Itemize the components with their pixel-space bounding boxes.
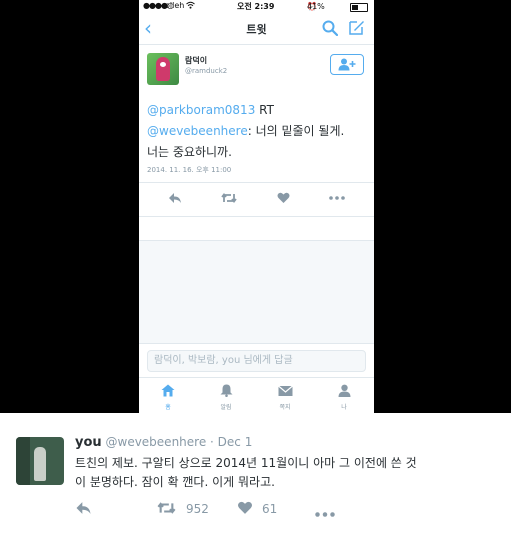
tab-home[interactable]: 홈: [139, 382, 197, 411]
like-icon[interactable]: [277, 192, 290, 204]
more-icon[interactable]: [329, 196, 345, 200]
home-icon: [161, 384, 175, 397]
tweet-detail: 람덕이 @ramduck2 @parkboram0813 RT @wevebee…: [139, 45, 374, 241]
tab-label: 쪽지: [279, 404, 291, 411]
tweet-timestamp: 2014. 11. 16. 오후 11:00: [147, 166, 232, 174]
clock: 오전 2:39: [237, 2, 275, 11]
more-button[interactable]: [315, 506, 335, 520]
status-bar: ●●●●○ olleh 오전 2:39 ➤ ⏰ 41%: [139, 0, 374, 13]
avatar[interactable]: [147, 53, 179, 85]
quote-tweet: you @wevebeenhere · Dec 1 트친의 제보. 구알티 상으…: [0, 413, 511, 541]
user-handle[interactable]: @ramduck2: [185, 67, 227, 75]
tweet-body-line: : 너의 밑줄이 될게.: [247, 124, 345, 138]
phone-screenshot: ●●●●○ olleh 오전 2:39 ➤ ⏰ 41% ‹ 트윗 람덕이 @ra…: [139, 0, 374, 413]
compose-icon[interactable]: [348, 19, 365, 36]
like-icon: [238, 501, 252, 514]
reply-bar: 람덕이, 박보람, you 님에게 답글: [139, 343, 374, 378]
tweet-text: @parkboram0813 RT @wevebeenhere: 너의 밑줄이 …: [147, 100, 369, 163]
rt-label: RT: [255, 103, 274, 117]
carrier-name: olleh: [165, 1, 185, 10]
mention-link[interactable]: @parkboram0813: [147, 103, 255, 117]
person-icon: [338, 384, 350, 397]
tweet-body-line: 이 분명하다. 잠이 확 깬다. 이게 뭐라고.: [75, 475, 275, 489]
tweet-date[interactable]: Dec 1: [218, 435, 253, 449]
tweet-text: 트친의 제보. 구알티 상으로 2014년 11월이니 아마 그 이전에 쓴 것…: [75, 454, 505, 492]
tab-notifications[interactable]: 알림: [197, 382, 255, 411]
follow-button[interactable]: [330, 54, 364, 75]
avatar[interactable]: [16, 437, 64, 485]
display-name[interactable]: 람덕이: [185, 55, 207, 66]
mention-link[interactable]: @wevebeenhere: [147, 124, 248, 138]
retweet-icon: [157, 502, 176, 514]
bell-icon: [220, 384, 232, 398]
tab-label: 홈: [165, 404, 171, 411]
reply-icon[interactable]: [168, 192, 182, 204]
add-user-icon: [338, 58, 356, 71]
battery-icon: [350, 3, 368, 12]
user-handle[interactable]: @wevebeenhere: [106, 435, 207, 449]
display-name[interactable]: you: [75, 435, 102, 450]
tab-bar: 홈 알림 쪽지 나: [139, 377, 374, 413]
tweet-body-line: 트친의 제보. 구알티 상으로 2014년 11월이니 아마 그 이전에 쓴 것: [75, 456, 417, 470]
envelope-icon: [277, 385, 293, 396]
retweet-icon[interactable]: [221, 192, 237, 204]
reply-icon: [76, 502, 91, 514]
like-button[interactable]: 61: [237, 501, 277, 518]
wifi-icon: [186, 1, 195, 11]
reply-button[interactable]: [75, 501, 92, 518]
separator: ·: [206, 435, 218, 449]
tab-me[interactable]: 나: [315, 382, 373, 411]
tab-label: 알림: [220, 404, 232, 411]
reply-input[interactable]: 람덕이, 박보람, you 님에게 답글: [147, 350, 366, 372]
page-title: 트윗: [246, 23, 267, 36]
tab-label: 나: [341, 404, 347, 411]
battery-percent: 41%: [307, 2, 325, 11]
battery-fill: [352, 5, 358, 10]
nav-bar: ‹ 트윗: [139, 13, 374, 45]
search-icon[interactable]: [322, 20, 338, 36]
retweet-count: 952: [186, 502, 209, 516]
more-icon: [315, 512, 335, 517]
retweet-button[interactable]: 952: [157, 501, 209, 518]
tweet-header: you @wevebeenhere · Dec 1: [75, 435, 252, 450]
tweet-body-line: 너는 중요하니까.: [147, 145, 232, 159]
tweet-actions: [139, 182, 374, 217]
like-count: 61: [262, 502, 278, 516]
tab-messages[interactable]: 쪽지: [256, 382, 314, 411]
